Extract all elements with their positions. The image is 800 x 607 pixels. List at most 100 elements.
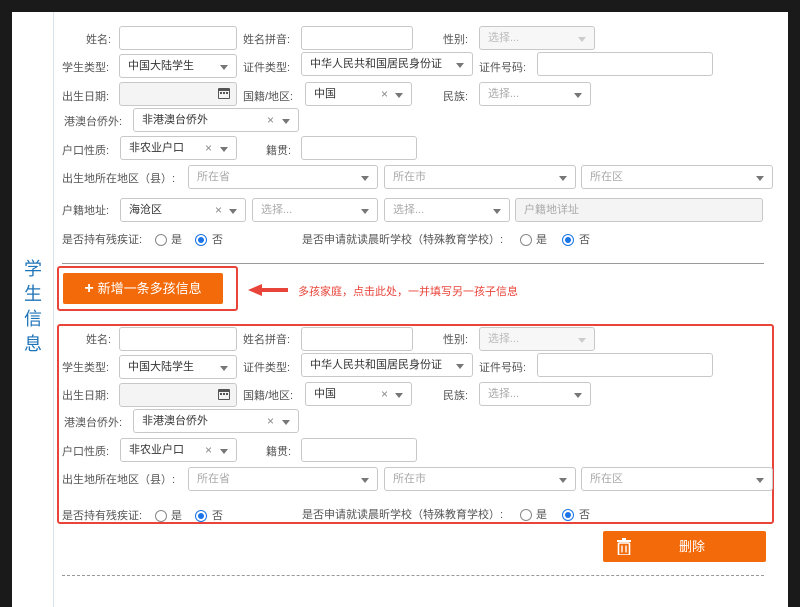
name-input[interactable] [119,26,237,50]
disability-no-label: 否 [212,234,223,246]
birthplace-district-select[interactable]: 所在区 [581,165,773,189]
chevron-down-icon [493,209,501,214]
special-school-no-label: 否 [579,234,590,246]
hukou-detail-input[interactable]: 户籍地详址 [515,198,763,222]
chevron-down-icon [574,93,582,98]
chevron-down-icon [395,93,403,98]
chevron-down-icon [282,420,290,425]
clear-icon[interactable]: × [267,109,274,131]
special-school-no-radio[interactable] [562,234,574,246]
birth-date-label: 出生日期: [62,390,110,402]
birthplace-province-select[interactable]: 所在省 [188,165,378,189]
disability-yes-label: 是 [171,510,182,522]
id-type-select[interactable]: 中华人民共和国居民身份证 [301,353,473,377]
bottom-divider [62,575,764,576]
gender-select[interactable]: 选择... [479,327,595,351]
pinyin-label: 姓名拼音: [243,334,291,346]
special-school-label: 是否申请就读晨昕学校（特殊教育学校）: [302,234,504,246]
birthplace-district-select[interactable]: 所在区 [581,467,773,491]
trash-icon [617,538,631,555]
student-type-select[interactable]: 中国大陆学生 [119,355,237,379]
plus-icon: + [84,280,94,297]
special-school-yes-radio[interactable] [520,509,532,521]
clear-icon[interactable]: × [215,199,222,221]
ethnicity-select[interactable]: 选择... [479,82,591,106]
chevron-down-icon [361,478,369,483]
special-school-yes-label: 是 [536,509,547,521]
delete-label: 删除 [679,539,706,554]
calendar-icon[interactable] [218,389,230,400]
birthplace-province-select[interactable]: 所在省 [188,467,378,491]
nationality-select[interactable]: 中国 × [305,382,412,406]
hk-macao-tw-label: 港澳台侨外: [64,417,123,429]
gender-label: 性别: [443,34,469,46]
clear-icon[interactable]: × [267,410,274,432]
birthplace-city-select[interactable]: 所在市 [384,165,576,189]
clear-icon[interactable]: × [205,439,212,461]
id-number-input[interactable] [537,52,713,76]
hukou-district-select[interactable]: 海沧区 × [120,198,246,222]
student-type-select[interactable]: 中国大陆学生 [119,54,237,78]
disability-yes-radio[interactable] [155,510,167,522]
hukou-community-select[interactable]: 选择... [384,198,510,222]
disability-label: 是否持有残疾证: [62,234,143,246]
birthplace-city-select[interactable]: 所在市 [384,467,576,491]
hk-macao-tw-select[interactable]: 非港澳台侨外 × [133,108,299,132]
special-school-label: 是否申请就读晨昕学校（特殊教育学校）: [302,509,504,521]
clear-icon[interactable]: × [381,83,388,105]
hk-macao-tw-label: 港澳台侨外: [64,116,123,128]
chevron-down-icon [361,176,369,181]
id-type-label: 证件类型: [243,362,291,374]
chevron-down-icon [578,338,586,343]
hukou-type-select[interactable]: 非农业户口 × [120,438,237,462]
native-place-label: 籍贯: [266,145,292,157]
native-place-label: 籍贯: [266,446,292,458]
id-number-label: 证件号码: [479,62,527,74]
hukou-address-label: 户籍地址: [62,205,110,217]
native-place-input[interactable] [301,438,417,462]
hukou-type-label: 户口性质: [62,145,110,157]
calendar-icon[interactable] [218,88,230,99]
chevron-down-icon [456,63,464,68]
section-label-char: 息 [24,334,42,354]
disability-no-radio[interactable] [195,510,207,522]
chevron-down-icon [559,478,567,483]
disability-yes-radio[interactable] [155,234,167,246]
delete-button[interactable]: 删除 [603,531,766,562]
clear-icon[interactable]: × [205,137,212,159]
form-frame: 学 生 信 息 姓名: 姓名拼音: 性别: 选择... 学生类型: 中国大陆学生… [12,12,788,607]
name-input[interactable] [119,327,237,351]
hk-macao-tw-select[interactable]: 非港澳台侨外 × [133,409,299,433]
disability-no-radio[interactable] [195,234,207,246]
special-school-no-label: 否 [579,509,590,521]
chevron-down-icon [574,393,582,398]
chevron-down-icon [220,366,228,371]
id-number-label: 证件号码: [479,362,527,374]
special-school-no-radio[interactable] [562,509,574,521]
student-type-label: 学生类型: [62,62,110,74]
chevron-down-icon [361,209,369,214]
birth-date-input[interactable] [119,82,237,106]
clear-icon[interactable]: × [381,383,388,405]
hukou-type-select[interactable]: 非农业户口 × [120,136,237,160]
name-label: 姓名: [86,334,112,346]
birth-date-input[interactable] [119,383,237,407]
pinyin-input[interactable] [301,26,413,50]
add-child-button[interactable]: + 新增一条多孩信息 [63,273,223,304]
id-number-input[interactable] [537,353,713,377]
pinyin-input[interactable] [301,327,413,351]
section-label-char: 生 [24,284,42,304]
nationality-select[interactable]: 中国 × [305,82,412,106]
birthplace-label: 出生地所在地区（县）: [62,173,176,185]
ethnicity-select[interactable]: 选择... [479,382,591,406]
native-place-input[interactable] [301,136,417,160]
chevron-down-icon [559,176,567,181]
ethnicity-label: 民族: [443,390,469,402]
gender-select[interactable]: 选择... [479,26,595,50]
ethnicity-label: 民族: [443,91,469,103]
special-school-yes-radio[interactable] [520,234,532,246]
section-label-char: 学 [24,259,42,279]
id-type-select[interactable]: 中华人民共和国居民身份证 [301,52,473,76]
pinyin-label: 姓名拼音: [243,34,291,46]
hukou-street-select[interactable]: 选择... [252,198,378,222]
